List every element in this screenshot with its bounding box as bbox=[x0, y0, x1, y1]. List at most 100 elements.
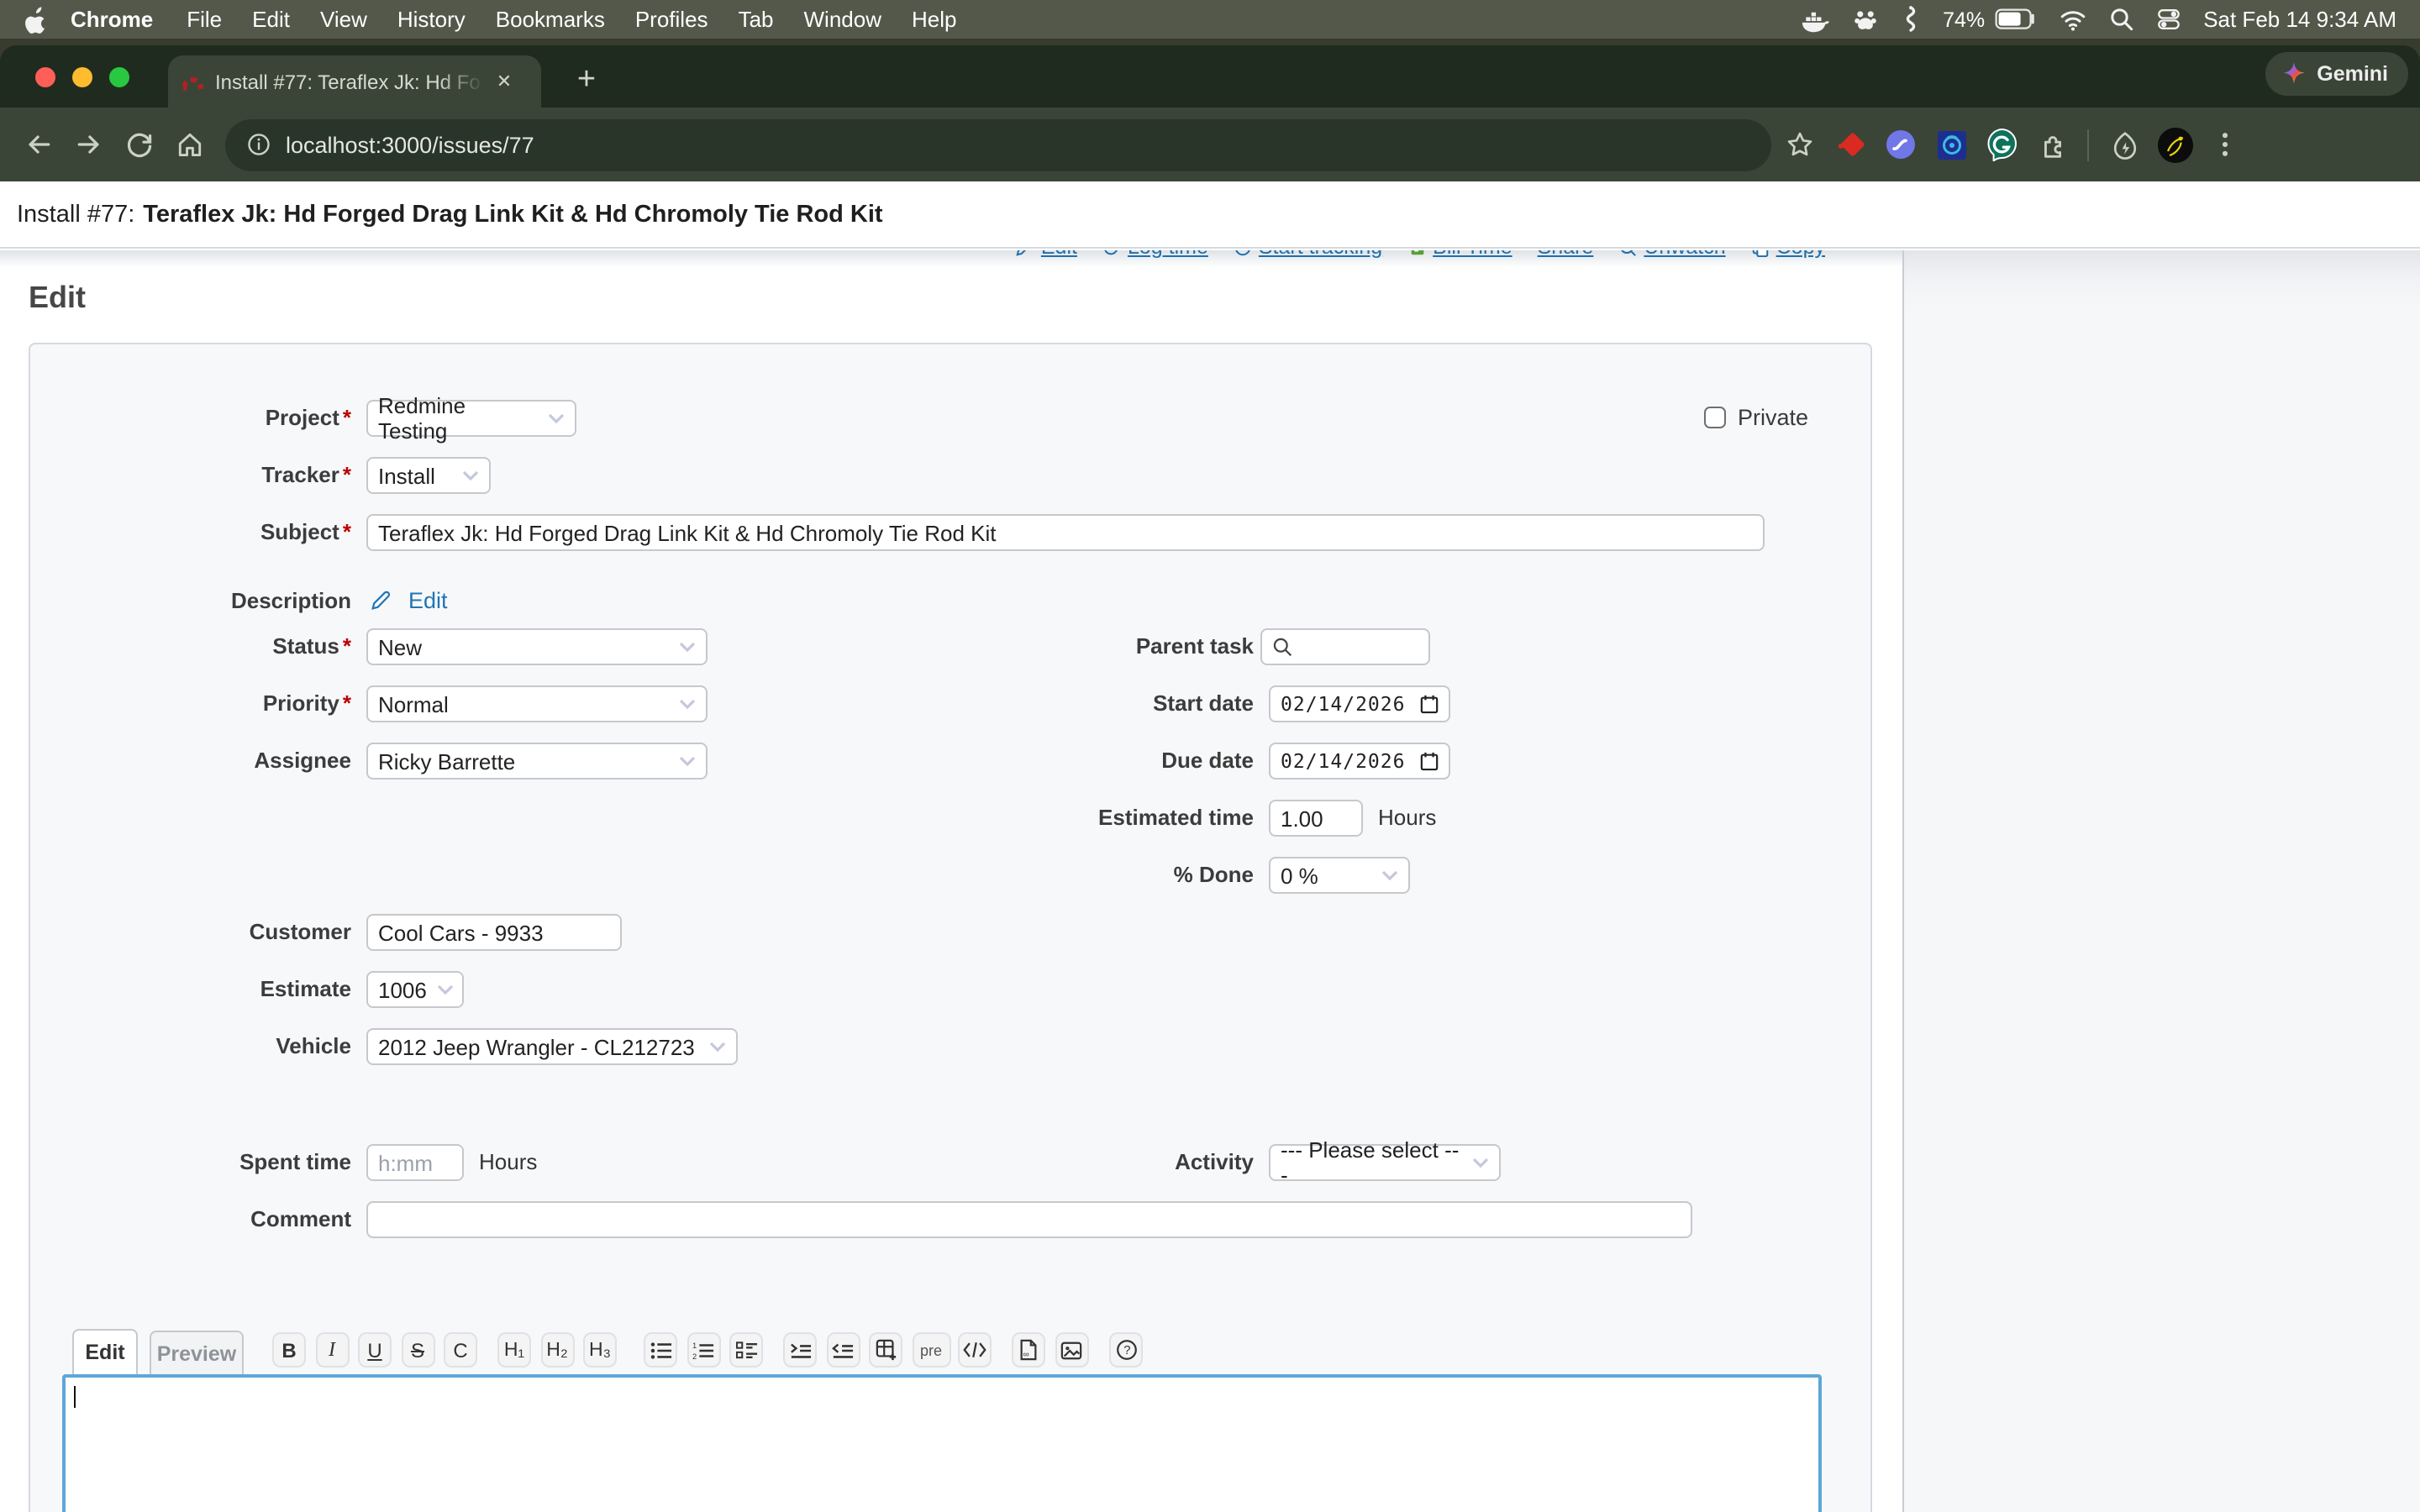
code-block-button[interactable] bbox=[958, 1332, 992, 1368]
menu-item-file[interactable]: File bbox=[171, 7, 237, 32]
svg-text:1: 1 bbox=[692, 1341, 697, 1349]
indent-button[interactable] bbox=[783, 1332, 817, 1368]
status-label: Status* bbox=[32, 628, 351, 665]
extension-navy-icon[interactable] bbox=[1926, 119, 1976, 170]
tracker-select[interactable]: Install bbox=[366, 457, 491, 494]
italic-button[interactable]: I bbox=[315, 1332, 349, 1368]
menu-item-view[interactable]: View bbox=[305, 7, 382, 32]
tab-title: Install #77: Teraflex Jk: Hd Fo bbox=[215, 70, 484, 93]
profile-avatar[interactable] bbox=[2149, 119, 2200, 170]
snake-icon[interactable] bbox=[1901, 5, 1921, 34]
attach-file-button[interactable]: ∞ bbox=[1012, 1332, 1045, 1368]
menu-item-history[interactable]: History bbox=[382, 7, 481, 32]
bill-time-link[interactable]: Bill Time bbox=[1407, 250, 1512, 259]
timer-icon bbox=[1234, 250, 1252, 256]
back-icon[interactable] bbox=[13, 119, 64, 170]
menu-item-window[interactable]: Window bbox=[789, 7, 897, 32]
extensions-puzzle-icon[interactable] bbox=[2027, 119, 2077, 170]
calendar-icon bbox=[1420, 751, 1439, 771]
estimate-select[interactable]: 1006 bbox=[366, 971, 464, 1008]
ordered-list-button[interactable]: 12 bbox=[687, 1332, 720, 1368]
tracker-label: Tracker* bbox=[32, 457, 351, 494]
docker-whale-icon[interactable] bbox=[1800, 6, 1830, 33]
comment-input[interactable] bbox=[366, 1201, 1692, 1238]
watch-icon bbox=[1618, 250, 1637, 256]
unordered-list-button[interactable] bbox=[644, 1332, 677, 1368]
notes-textarea[interactable] bbox=[62, 1374, 1822, 1512]
heading-1-button[interactable]: H₁ bbox=[497, 1332, 531, 1368]
menu-item-bookmarks[interactable]: Bookmarks bbox=[481, 7, 620, 32]
start-date-input[interactable]: 02/14/2026 bbox=[1269, 685, 1450, 722]
outdent-button[interactable] bbox=[826, 1332, 860, 1368]
status-select[interactable]: New bbox=[366, 628, 708, 665]
private-checkbox[interactable] bbox=[1704, 407, 1726, 428]
extension-indigo-icon[interactable] bbox=[1876, 119, 1926, 170]
reload-icon[interactable] bbox=[114, 119, 165, 170]
window-close-button[interactable] bbox=[35, 67, 55, 87]
notes-tab-preview[interactable]: Preview bbox=[150, 1331, 244, 1374]
close-tab-icon[interactable]: ✕ bbox=[491, 71, 518, 92]
underline-button[interactable]: U bbox=[358, 1332, 392, 1368]
control-center-icon[interactable] bbox=[2156, 7, 2181, 32]
copy-link[interactable]: Copy bbox=[1751, 250, 1825, 259]
done-ratio-select[interactable]: 0 % bbox=[1269, 857, 1410, 894]
grammarly-icon[interactable] bbox=[1976, 119, 2027, 170]
description-edit-link[interactable]: Edit bbox=[408, 585, 448, 618]
spent-time-input[interactable]: h:mm bbox=[366, 1144, 464, 1181]
browser-tab[interactable]: Install #77: Teraflex Jk: Hd Fo ✕ bbox=[168, 55, 541, 108]
task-list-button[interactable] bbox=[729, 1332, 763, 1368]
customer-input[interactable]: Cool Cars - 9933 bbox=[366, 914, 622, 951]
menu-item-tab[interactable]: Tab bbox=[723, 7, 789, 32]
strikethrough-button[interactable]: S bbox=[401, 1332, 434, 1368]
inline-code-button[interactable]: C bbox=[444, 1332, 477, 1368]
assignee-select[interactable]: Ricky Barrette bbox=[366, 743, 708, 780]
new-tab-plus-icon[interactable]: + bbox=[565, 59, 608, 102]
home-icon[interactable] bbox=[165, 119, 215, 170]
heading-3-button[interactable]: H₃ bbox=[583, 1332, 617, 1368]
issue-edit-link[interactable]: Edit bbox=[1016, 250, 1077, 259]
share-link[interactable]: Share bbox=[1538, 250, 1594, 259]
subject-input[interactable]: Teraflex Jk: Hd Forged Drag Link Kit & H… bbox=[366, 514, 1765, 551]
bold-button[interactable]: B bbox=[272, 1332, 306, 1368]
log-time-link[interactable]: Log time bbox=[1102, 250, 1208, 259]
window-zoom-button[interactable] bbox=[109, 67, 129, 87]
forward-icon[interactable] bbox=[64, 119, 114, 170]
estimate-label: Estimate bbox=[32, 971, 351, 1008]
insert-table-button[interactable] bbox=[869, 1332, 902, 1368]
subject-label: Subject* bbox=[32, 514, 351, 551]
due-date-input[interactable]: 02/14/2026 bbox=[1269, 743, 1450, 780]
preformatted-button[interactable]: pre bbox=[912, 1332, 950, 1368]
window-minimize-button[interactable] bbox=[72, 67, 92, 87]
bookmark-star-icon[interactable] bbox=[1775, 119, 1825, 170]
search-icon[interactable] bbox=[2109, 7, 2134, 32]
menu-item-edit[interactable]: Edit bbox=[237, 7, 305, 32]
notes-tab-edit[interactable]: Edit bbox=[72, 1329, 138, 1374]
url-text[interactable]: localhost:3000/issues/77 bbox=[286, 132, 534, 157]
gemini-button[interactable]: Gemini bbox=[2265, 52, 2408, 96]
wifi-icon[interactable] bbox=[2059, 8, 2087, 31]
extension-red-icon[interactable] bbox=[1825, 119, 1876, 170]
insert-image-button[interactable] bbox=[1055, 1332, 1088, 1368]
vehicle-label: Vehicle bbox=[32, 1028, 351, 1065]
priority-select[interactable]: Normal bbox=[366, 685, 708, 722]
estimated-time-input[interactable]: 1.00 bbox=[1269, 800, 1363, 837]
project-select[interactable]: Redmine Testing bbox=[366, 400, 576, 437]
parent-task-input[interactable] bbox=[1260, 628, 1430, 665]
paw-icon[interactable] bbox=[1852, 6, 1879, 33]
start-tracking-link[interactable]: Start tracking bbox=[1234, 250, 1382, 259]
menu-item-chrome[interactable]: Chrome bbox=[55, 7, 171, 32]
activity-select[interactable]: --- Please select --- bbox=[1269, 1144, 1501, 1181]
menu-bar-clock[interactable]: Sat Feb 14 9:34 AM bbox=[2203, 7, 2396, 32]
heading-2-button[interactable]: H₂ bbox=[540, 1332, 574, 1368]
menu-dots-icon[interactable] bbox=[2200, 119, 2250, 170]
menu-item-profiles[interactable]: Profiles bbox=[620, 7, 723, 32]
menu-item-help[interactable]: Help bbox=[897, 7, 972, 32]
url-bar[interactable]: localhost:3000/issues/77 bbox=[225, 118, 1771, 171]
battery-saver-leaf-icon[interactable] bbox=[2099, 119, 2149, 170]
help-button[interactable]: ? bbox=[1109, 1332, 1143, 1368]
unwatch-link[interactable]: Unwatch bbox=[1618, 250, 1725, 259]
vehicle-select[interactable]: 2012 Jeep Wrangler - CL212723 bbox=[366, 1028, 738, 1065]
customer-label: Customer bbox=[32, 914, 351, 951]
estimated-time-suffix: Hours bbox=[1378, 800, 1436, 837]
apple-icon[interactable] bbox=[24, 5, 49, 34]
